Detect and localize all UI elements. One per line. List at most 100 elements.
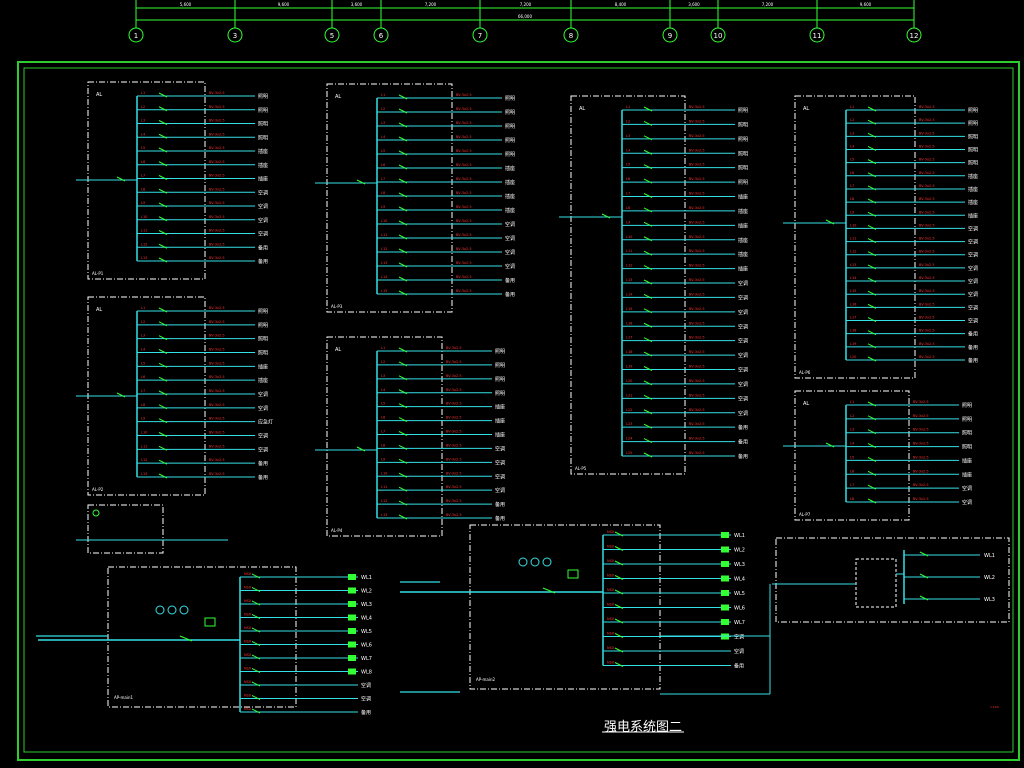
cable-spec: BV-3x2.5 xyxy=(689,307,705,311)
breaker-code: NSX xyxy=(607,617,615,621)
cable-spec: BV-3x2.5 xyxy=(456,135,472,139)
feeder-label: WL2 xyxy=(361,589,372,595)
phase-label: L5 xyxy=(850,455,854,459)
feeder-label: 插座 xyxy=(495,418,505,425)
cable-spec: BV-3x2.5 xyxy=(689,321,705,325)
cable-terminal xyxy=(348,655,356,661)
axis-label: 10 xyxy=(714,32,723,40)
breaker-code: NSX xyxy=(244,626,252,630)
cable-spec: BV-3x2.5 xyxy=(209,119,225,123)
feeder-label: WL3 xyxy=(734,562,745,568)
phase-label: L2 xyxy=(626,119,630,123)
cable-spec: BV-3x2.5 xyxy=(209,306,225,310)
cable-spec: BV-3x2.5 xyxy=(689,177,705,181)
feeder-label: WL5 xyxy=(361,629,372,635)
cable-spec: BV-3x2.5 xyxy=(689,192,705,196)
feeder-label: 照明 xyxy=(505,152,515,158)
phase-label: L16 xyxy=(626,321,632,325)
phase-label: L15 xyxy=(850,289,856,293)
feeder-label: WL3 xyxy=(361,602,372,608)
feeder-label: 插座 xyxy=(738,208,748,215)
feeder-label: 空调 xyxy=(258,203,268,210)
phase-label: L9 xyxy=(381,205,385,209)
panel-caption: AL-P3 xyxy=(331,304,343,309)
breaker-code: NSX xyxy=(244,599,252,603)
cable-spec: BV-3x2.5 xyxy=(689,148,705,152)
phase-label: L1 xyxy=(381,346,385,350)
cable-spec: BV-3x2.5 xyxy=(919,289,935,293)
feeder-label: 空调 xyxy=(738,367,748,374)
feeder-label: 空调 xyxy=(738,323,748,330)
feeder-label: 空调 xyxy=(738,381,748,388)
feeder-label: 插座 xyxy=(968,212,978,219)
panel-code: AL xyxy=(96,307,102,313)
feeder-label: 照明 xyxy=(738,122,748,128)
feeder-label: 插座 xyxy=(962,471,972,478)
breaker-code: NSX xyxy=(244,613,252,617)
cable-spec: BV-3x2.5 xyxy=(913,455,929,459)
feeder-label: 照明 xyxy=(258,309,268,315)
cable-spec: BV-3x2.5 xyxy=(209,348,225,352)
dimension-value: 7,200 xyxy=(762,2,774,7)
feeder-label: 照明 xyxy=(258,351,268,357)
feeder-label: 照明 xyxy=(962,417,972,423)
panel-enclosure xyxy=(326,336,443,537)
phase-label: L3 xyxy=(381,121,385,125)
cable-spec: BV-3x2.5 xyxy=(456,233,472,237)
cable-spec: BV-3x2.5 xyxy=(209,91,225,95)
cable-spec: BV-3x2.5 xyxy=(913,414,929,418)
cable-terminal xyxy=(348,668,356,675)
feeder-label: 照明 xyxy=(505,110,515,116)
cable-spec: BV-3x2.5 xyxy=(456,163,472,167)
feeder-label: 空调 xyxy=(968,252,978,259)
phase-label: L2 xyxy=(381,360,385,364)
phase-label: L6 xyxy=(626,177,630,181)
phase-label: L10 xyxy=(381,219,387,223)
phase-label: L6 xyxy=(141,375,145,379)
feeder-label: 备用 xyxy=(258,460,268,467)
phase-label: L13 xyxy=(381,261,387,265)
phase-label: L7 xyxy=(381,177,385,181)
breaker-code: NSX xyxy=(607,559,615,563)
phase-label: L1 xyxy=(626,105,630,109)
cable-spec: BV-3x2.5 xyxy=(913,442,929,446)
feeder-label: 照明 xyxy=(968,108,978,114)
cable-spec: BV-3x2.5 xyxy=(689,119,705,123)
feeder-label: WL3 xyxy=(984,597,995,603)
phase-label: L8 xyxy=(141,403,145,407)
feeder-label: 空调 xyxy=(968,239,978,246)
phase-label: L25 xyxy=(626,451,632,455)
dimension-value: 8,400 xyxy=(615,2,627,7)
phase-label: L6 xyxy=(850,469,854,473)
panel-caption: AL-P4 xyxy=(331,528,343,533)
meter-symbol xyxy=(92,509,100,517)
cable-spec: BV-3x2.5 xyxy=(446,374,462,378)
breaker-code: NSX xyxy=(607,661,615,665)
phase-label: L24 xyxy=(626,437,633,441)
cable-spec: BV-3x2.5 xyxy=(689,437,705,441)
cable-spec: BV-3x2.5 xyxy=(919,158,935,162)
feeder-label: 空调 xyxy=(258,189,268,196)
scale-note: 1:100 xyxy=(990,705,999,709)
breaker-code: NSX xyxy=(244,653,252,657)
phase-label: L12 xyxy=(381,499,387,503)
phase-label: L3 xyxy=(141,119,145,123)
cable-spec: BV-3x2.5 xyxy=(913,469,929,473)
feeder-label: 插座 xyxy=(738,222,748,229)
feeder-label: WL4 xyxy=(361,616,372,622)
switchboard-enclosure xyxy=(107,566,297,708)
phase-label: L9 xyxy=(141,201,145,205)
panel-code: AL xyxy=(96,92,102,98)
feeder-label: 备用 xyxy=(738,439,748,446)
cable-spec: BV-3x2.5 xyxy=(209,132,225,136)
feeder-label: 空调 xyxy=(258,405,268,412)
phase-label: L3 xyxy=(850,131,854,135)
phase-label: L4 xyxy=(141,132,146,136)
phase-label: L2 xyxy=(141,105,145,109)
phase-label: L9 xyxy=(141,417,145,421)
cable-spec: BV-3x2.5 xyxy=(919,276,935,280)
phase-label: L8 xyxy=(850,197,854,201)
cable-spec: BV-3x2.5 xyxy=(209,361,225,365)
dimension-value: 7,200 xyxy=(520,2,532,7)
axis-label: 6 xyxy=(379,32,384,40)
